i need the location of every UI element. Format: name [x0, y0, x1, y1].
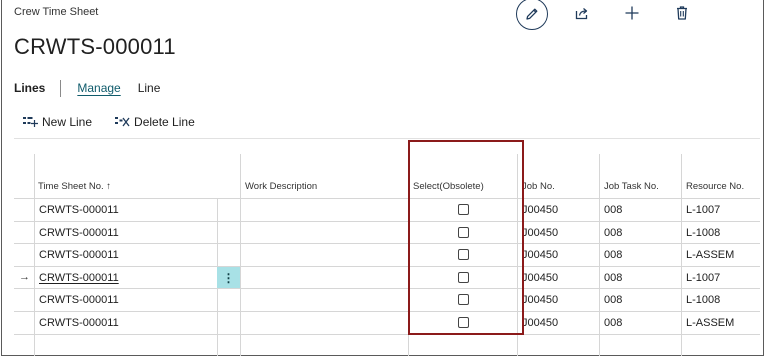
empty-row[interactable]: [14, 333, 760, 357]
new-line-label: New Line: [42, 115, 93, 129]
cell-job-task-no[interactable]: 008: [604, 227, 622, 239]
grid-header: Time Sheet No. ↑ Work Description Select…: [14, 154, 760, 198]
cell-job-no[interactable]: J00450: [522, 317, 558, 329]
table-row[interactable]: CRWTS-000011 J00450 008 L-1007: [14, 198, 760, 221]
column-header-resource-no[interactable]: Resource No.: [686, 181, 744, 192]
select-obsolete-checkbox[interactable]: [458, 317, 469, 328]
page-title: CRWTS-000011: [14, 34, 176, 59]
add-button[interactable]: [619, 0, 645, 26]
column-header-job-no[interactable]: Job No.: [522, 181, 555, 192]
tab-divider: [60, 79, 62, 97]
cell-job-no[interactable]: J00450: [522, 204, 558, 216]
cell-time-sheet-no[interactable]: CRWTS-000011: [39, 227, 119, 239]
cell-time-sheet-no[interactable]: CRWTS-000011: [39, 294, 119, 306]
delete-button[interactable]: [669, 0, 695, 26]
new-line-button[interactable]: New Line: [22, 115, 92, 129]
cell-time-sheet-no[interactable]: CRWTS-000011: [39, 317, 119, 329]
cell-resource-no[interactable]: L-ASSEM: [686, 317, 734, 329]
add-icon: [625, 6, 639, 20]
table-row[interactable]: CRWTS-000011 J00450 008 L-1008: [14, 220, 760, 244]
tab-bar: Lines Manage Line: [14, 79, 160, 97]
cell-resource-no[interactable]: L-ASSEM: [686, 249, 734, 261]
cell-resource-no[interactable]: L-1007: [686, 204, 720, 216]
edit-icon: [526, 8, 538, 20]
cell-job-task-no[interactable]: 008: [604, 249, 622, 261]
toolbar-divider: [14, 138, 760, 139]
share-button[interactable]: [569, 0, 595, 26]
cell-job-task-no[interactable]: 008: [604, 294, 622, 306]
cell-time-sheet-no[interactable]: CRWTS-000011: [39, 249, 119, 261]
table-row[interactable]: CRWTS-000011 J00450 008 L-ASSEM: [14, 311, 760, 334]
new-line-icon: [23, 117, 38, 127]
cell-job-no[interactable]: J00450: [522, 272, 558, 284]
cell-resource-no[interactable]: L-1007: [686, 272, 720, 284]
lines-toolbar: New Line Delete Line: [22, 114, 217, 130]
select-obsolete-checkbox[interactable]: [458, 226, 469, 238]
share-icon: [575, 8, 588, 20]
delete-line-button[interactable]: Delete Line: [114, 115, 195, 129]
cell-time-sheet-no[interactable]: CRWTS-000011: [39, 272, 119, 284]
cell-job-no[interactable]: J00450: [522, 249, 558, 261]
cell-time-sheet-no[interactable]: CRWTS-000011: [39, 204, 119, 216]
current-row-arrow-icon: →: [19, 270, 30, 283]
column-header-select-obsolete[interactable]: Select(Obsolete): [413, 181, 484, 192]
cell-job-task-no[interactable]: 008: [604, 204, 622, 216]
row-menu-button[interactable]: ⋮: [217, 266, 240, 289]
select-obsolete-checkbox[interactable]: [458, 294, 469, 306]
select-obsolete-checkbox[interactable]: [458, 271, 469, 283]
table-row[interactable]: → ⋮ CRWTS-000011 J00450 008 L-1007: [14, 265, 760, 289]
select-obsolete-checkbox[interactable]: [458, 204, 469, 215]
cell-resource-no[interactable]: L-1008: [686, 294, 720, 306]
table-row[interactable]: CRWTS-000011 J00450 008 L-1008: [14, 288, 760, 311]
table-row[interactable]: CRWTS-000011 J00450 008 L-ASSEM: [14, 243, 760, 266]
column-header-job-task-no[interactable]: Job Task No.: [604, 181, 659, 192]
tab-line[interactable]: Line: [138, 81, 161, 95]
delete-icon: [677, 6, 687, 20]
delete-line-icon: [115, 117, 130, 127]
delete-line-label: Delete Line: [134, 115, 195, 129]
cell-job-task-no[interactable]: 008: [604, 272, 622, 284]
select-obsolete-checkbox[interactable]: [458, 249, 469, 261]
tab-manage[interactable]: Manage: [77, 81, 120, 95]
lines-grid: Time Sheet No. ↑ Work Description Select…: [14, 154, 760, 356]
cell-resource-no[interactable]: L-1008: [686, 227, 720, 239]
cell-job-task-no[interactable]: 008: [604, 317, 622, 329]
column-header-time-sheet-no[interactable]: Time Sheet No. ↑: [38, 181, 111, 192]
column-header-work-description[interactable]: Work Description: [245, 181, 317, 192]
tab-lines[interactable]: Lines: [14, 81, 45, 95]
cell-job-no[interactable]: J00450: [522, 294, 558, 306]
page-caption: Crew Time Sheet: [14, 6, 99, 18]
cell-job-no[interactable]: J00450: [522, 227, 558, 239]
